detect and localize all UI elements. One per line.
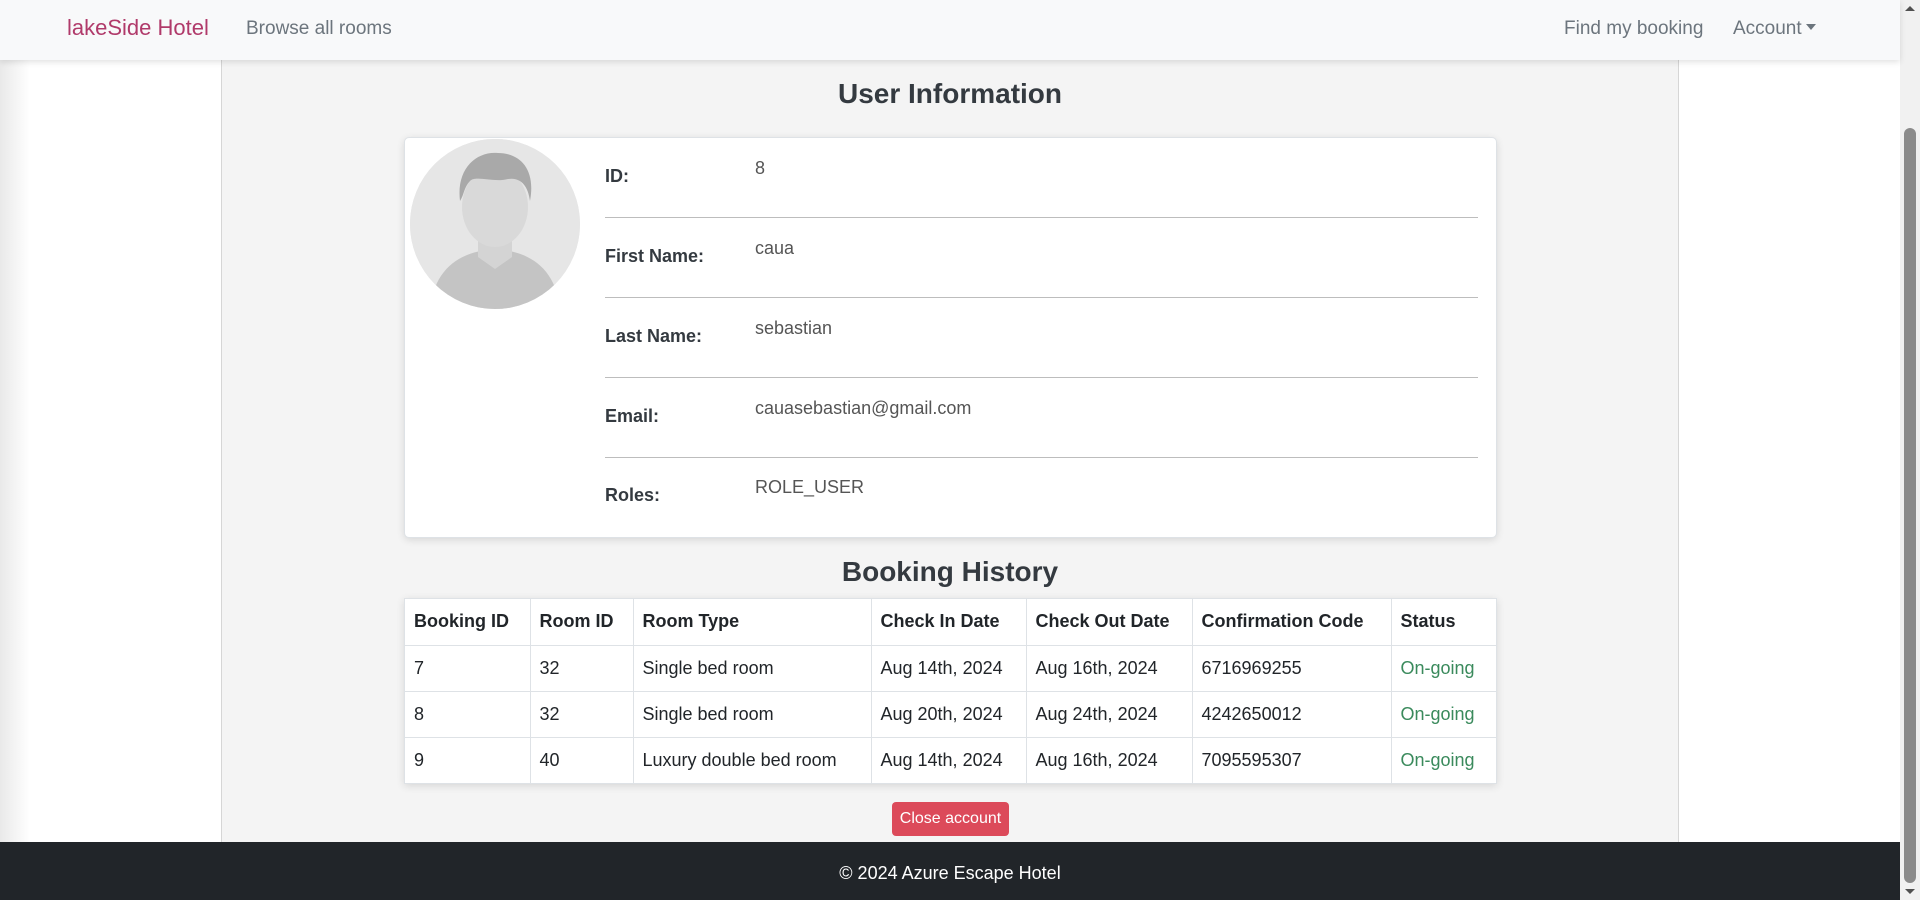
table-header-row: Booking ID Room ID Room Type Check In Da… bbox=[405, 599, 1496, 646]
column-header: Booking ID bbox=[405, 599, 531, 646]
info-label: Email: bbox=[605, 406, 660, 426]
brand-link[interactable]: lakeSide Hotel bbox=[67, 15, 209, 41]
find-booking-link[interactable]: Find my booking bbox=[1564, 18, 1703, 40]
table-cell: 4242650012 bbox=[1192, 691, 1392, 738]
table-cell: Aug 16th, 2024 bbox=[1026, 645, 1193, 692]
table-row: 9 40 Luxury double bed room Aug 14th, 20… bbox=[405, 737, 1496, 783]
browse-rooms-link[interactable]: Browse all rooms bbox=[246, 18, 392, 40]
column-header: Check In Date bbox=[871, 599, 1027, 646]
column-header: Status bbox=[1391, 599, 1496, 646]
info-label: Roles: bbox=[605, 485, 661, 505]
info-value: cauasebastian@gmail.com bbox=[755, 398, 972, 418]
info-value: 8 bbox=[755, 158, 766, 178]
table-cell: Aug 16th, 2024 bbox=[1026, 737, 1193, 783]
status-cell: On-going bbox=[1391, 645, 1496, 692]
info-value: caua bbox=[755, 238, 795, 258]
table-cell: 6716969255 bbox=[1192, 645, 1392, 692]
table-cell: 8 bbox=[405, 691, 531, 738]
table-cell: Luxury double bed room bbox=[633, 737, 872, 783]
avatar bbox=[410, 139, 580, 309]
account-label: Account bbox=[1733, 18, 1802, 39]
account-dropdown[interactable]: Account bbox=[1733, 18, 1816, 40]
footer-text: © 2024 Azure Escape Hotel bbox=[839, 863, 1061, 883]
table-cell: Single bed room bbox=[633, 691, 872, 738]
table-cell: 7 bbox=[405, 645, 531, 692]
close-account-button[interactable]: Close account bbox=[892, 802, 1009, 836]
booking-history-table: Booking ID Room ID Room Type Check In Da… bbox=[404, 598, 1497, 784]
table-cell: 9 bbox=[405, 737, 531, 783]
table-row: 8 32 Single bed room Aug 20th, 2024 Aug … bbox=[405, 691, 1496, 738]
info-value: sebastian bbox=[755, 318, 833, 338]
table-cell: 32 bbox=[530, 645, 634, 692]
info-label: First Name: bbox=[605, 246, 705, 266]
user-info-title: User Information bbox=[837, 78, 1063, 109]
table-cell: Aug 14th, 2024 bbox=[871, 645, 1027, 692]
user-avatar-icon bbox=[410, 139, 580, 309]
info-label: Last Name: bbox=[605, 326, 703, 346]
table-cell: 7095595307 bbox=[1192, 737, 1392, 783]
scroll-up-icon[interactable] bbox=[1905, 6, 1915, 11]
top-navbar: lakeSide Hotel Browse all rooms Find my … bbox=[0, 0, 1900, 60]
info-row-id: ID: 8 bbox=[605, 138, 1478, 218]
profile-container: User Information ID: 8 First Name: caua … bbox=[221, 60, 1679, 842]
vertical-scrollbar[interactable] bbox=[1900, 0, 1920, 900]
column-header: Confirmation Code bbox=[1192, 599, 1392, 646]
table-cell: Aug 24th, 2024 bbox=[1026, 691, 1193, 738]
user-info-card: ID: 8 First Name: caua Last Name: sebast… bbox=[404, 137, 1497, 538]
chevron-down-icon bbox=[1805, 24, 1816, 30]
status-cell: On-going bbox=[1400, 749, 1475, 770]
booking-history-title: Booking History bbox=[841, 556, 1059, 587]
page-shade bbox=[0, 60, 30, 842]
info-row-email: Email: cauasebastian@gmail.com bbox=[605, 378, 1478, 458]
info-row-roles: Roles: ROLE_USER bbox=[605, 457, 1478, 537]
table-cell: 40 bbox=[530, 737, 634, 783]
table-cell: 32 bbox=[530, 691, 634, 738]
scroll-down-icon[interactable] bbox=[1905, 889, 1915, 894]
page-footer: © 2024 Azure Escape Hotel bbox=[0, 842, 1900, 900]
table-cell: Aug 14th, 2024 bbox=[871, 737, 1027, 783]
info-label: ID: bbox=[605, 166, 629, 186]
column-header: Room Type bbox=[633, 599, 872, 646]
table-cell: Aug 20th, 2024 bbox=[871, 691, 1027, 738]
status-cell: On-going bbox=[1391, 691, 1496, 738]
column-header: Check Out Date bbox=[1026, 599, 1193, 646]
scrollbar-thumb[interactable] bbox=[1904, 128, 1916, 883]
info-row-first-name: First Name: caua bbox=[605, 218, 1478, 298]
table-row: 7 32 Single bed room Aug 14th, 2024 Aug … bbox=[405, 645, 1496, 692]
table-cell: Single bed room bbox=[633, 645, 872, 692]
info-value: ROLE_USER bbox=[755, 477, 865, 497]
column-header: Room ID bbox=[530, 599, 634, 646]
info-row-last-name: Last Name: sebastian bbox=[605, 298, 1478, 378]
